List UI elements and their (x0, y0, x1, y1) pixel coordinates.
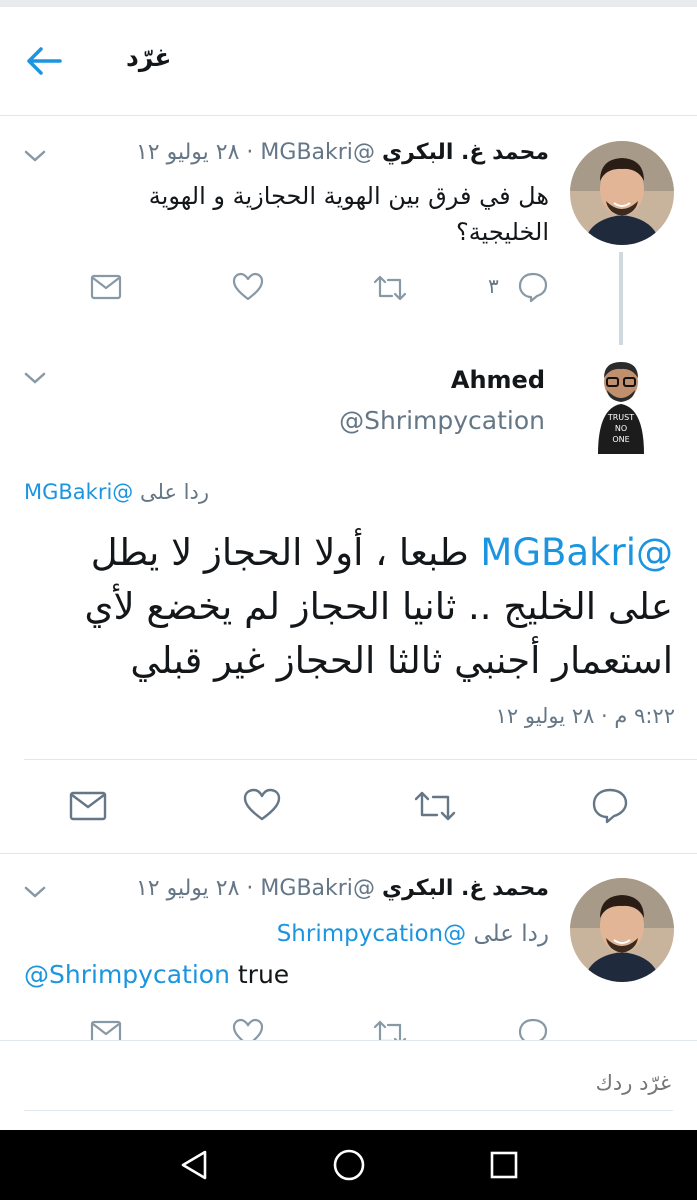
like-icon[interactable] (231, 1017, 265, 1041)
direct-message-icon[interactable] (89, 1018, 123, 1042)
reply-composer (0, 1040, 697, 1132)
chevron-down-icon[interactable] (22, 368, 48, 388)
direct-message-icon[interactable] (68, 788, 108, 824)
avatar-text-1: TRUST (607, 413, 634, 422)
retweet-icon[interactable] (371, 1018, 409, 1042)
avatar[interactable]: TRUST NO ONE (590, 358, 652, 458)
reply-icon[interactable] (516, 1017, 550, 1041)
status-bar (0, 0, 697, 7)
reply-icon[interactable] (590, 786, 630, 826)
thread-connector (619, 252, 623, 345)
app-header: غرّد (0, 7, 697, 116)
like-icon[interactable] (242, 786, 282, 824)
direct-message-icon[interactable] (89, 271, 123, 303)
divider (0, 853, 697, 854)
reply-to-handle[interactable]: @Shrimpycation (277, 921, 466, 947)
reply-icon[interactable] (516, 270, 550, 304)
author-handle[interactable]: @Shrimpycation (339, 406, 545, 435)
avatar-text-3: ONE (612, 435, 629, 444)
tweet-body: true (237, 960, 290, 989)
author-name[interactable]: محمد غ. البكري (382, 140, 549, 165)
author-name[interactable]: محمد غ. البكري (382, 876, 549, 901)
reply-input[interactable] (24, 1065, 673, 1111)
avatar[interactable] (570, 878, 674, 982)
reply-context: ردا على @MGBakri (24, 480, 264, 504)
retweet-icon[interactable] (371, 272, 409, 304)
divider (24, 759, 697, 760)
nav-back-icon[interactable] (174, 1147, 214, 1183)
avatar-text-2: NO (615, 424, 627, 433)
mention-link[interactable]: @MGBakri (480, 531, 673, 574)
tweet-header: محمد غ. البكري @MGBakri · ٢٨ يوليو ١٢ (29, 140, 549, 165)
retweet-icon[interactable] (412, 788, 458, 824)
separator: · (246, 140, 254, 165)
separator: · (246, 876, 254, 901)
back-arrow-icon[interactable] (22, 41, 66, 81)
nav-home-icon[interactable] (329, 1147, 369, 1183)
tweet-date: ٢٨ يوليو ١٢ (135, 140, 240, 165)
reply-to-label: ردا على (473, 921, 549, 947)
reply-context: ردا على @Shrimpycation (277, 921, 549, 947)
mention-link[interactable]: @Shrimpycation (24, 960, 230, 989)
reply-count: ٣ (488, 274, 499, 298)
reply-to-label: ردا على (139, 480, 209, 504)
author-name[interactable]: Ahmed (451, 366, 545, 394)
author-handle[interactable]: @MGBakri (260, 140, 375, 165)
tweet-header: محمد غ. البكري @MGBakri · ٢٨ يوليو ١٢ (29, 876, 549, 901)
avatar[interactable] (570, 141, 674, 245)
tweet-timestamp: ٩:٢٢ م · ٢٨ يوليو ١٢ (495, 704, 675, 728)
tweet-text: هل في فرق بين الهوية الحجازية و الهوية ا… (148, 182, 549, 246)
like-icon[interactable] (231, 270, 265, 304)
author-handle[interactable]: @MGBakri (260, 876, 375, 901)
tweet-text: @MGBakri طبعا ، أولا الحجاز لا يطل على ا… (30, 526, 673, 688)
tweet-date: ٢٨ يوليو ١٢ (135, 876, 240, 901)
page-title: غرّد (126, 43, 172, 72)
tweet-text: @Shrimpycation true (24, 960, 289, 989)
system-nav-bar (0, 1130, 697, 1200)
nav-recents-icon[interactable] (484, 1147, 524, 1183)
reply-to-handle[interactable]: @MGBakri (24, 480, 133, 504)
